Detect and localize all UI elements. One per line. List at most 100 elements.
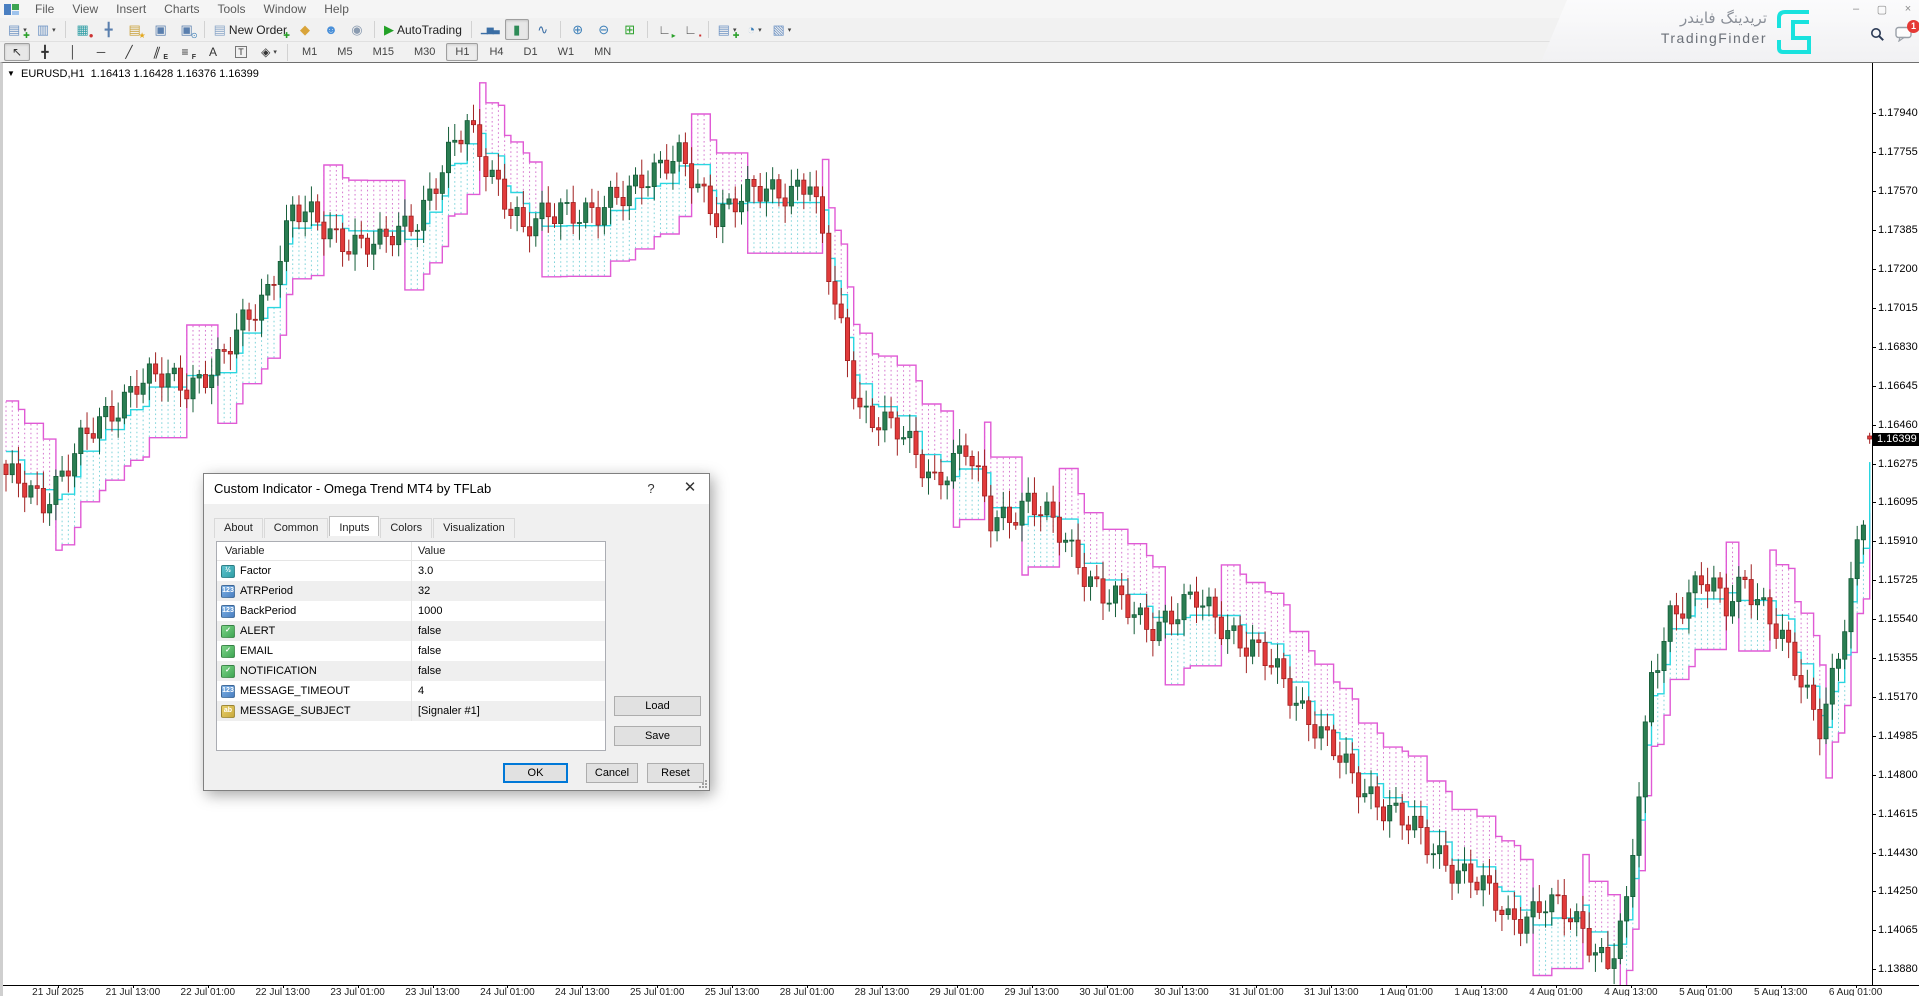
text-icon: A [209,46,217,58]
crosshair-tool[interactable]: ╋ [32,43,58,61]
alerts-button[interactable]: ◉ [345,19,369,40]
price-axis[interactable]: 1.179401.177551.175701.173851.172001.170… [1872,63,1919,986]
candlestick-mode-button[interactable]: ▮ [505,19,529,40]
horizontal-line-tool[interactable]: ─ [88,43,114,61]
text-label-tool[interactable]: T [228,43,254,61]
time-tick-mark [1331,985,1332,988]
new-order-button[interactable]: ▤✚New Order [210,19,291,40]
market-watch-button[interactable]: ▦● [71,19,95,40]
tab-colors[interactable]: Colors [380,518,432,538]
navigator-button[interactable]: ▤★ [123,19,147,40]
tile-windows-button[interactable]: ⊞ [618,19,642,40]
chart-shift-button[interactable]: ∟▸ [653,19,677,40]
menu-tools[interactable]: Tools [209,2,255,16]
chart-shift-overlay-icon: ▸ [672,32,676,40]
metaeditor-button[interactable]: ◆ [293,19,317,40]
timeframe-d1[interactable]: D1 [515,43,547,61]
load-button[interactable]: Load [614,696,701,716]
bar-chart-mode-button[interactable]: ▁▅▃ [477,19,503,40]
close-button[interactable]: × [1901,3,1915,16]
auto-scroll-button[interactable]: ∟▪ [679,19,703,40]
tab-inputs[interactable]: Inputs [329,516,379,536]
timeframe-mn[interactable]: MN [585,43,620,61]
periods-button[interactable]: ◔▾ [742,19,766,40]
input-row-alert[interactable]: ✓ALERTfalse [217,621,605,641]
new-chart-button[interactable]: ▤✚▾ [4,19,31,40]
input-row-atrperiod[interactable]: 123ATRPeriod32 [217,581,605,601]
autotrading-button[interactable]: ▶AutoTrading [380,19,466,40]
menu-insert[interactable]: Insert [107,2,155,16]
restore-button[interactable]: ▢ [1875,3,1889,16]
value-cell[interactable]: false [412,661,605,681]
input-row-email[interactable]: ✓EMAILfalse [217,641,605,661]
input-row-factor[interactable]: ½Factor3.0 [217,561,605,581]
terminal-button[interactable]: ▣ [149,19,173,40]
input-row-backperiod[interactable]: 123BackPeriod1000 [217,601,605,621]
menu-file[interactable]: File [26,2,63,16]
strategy-tester-button[interactable]: ▣⊙ [175,19,199,40]
input-row-notification[interactable]: ✓NOTIFICATIONfalse [217,661,605,681]
timeframe-m5[interactable]: M5 [328,43,361,61]
price-tick-label: 1.16460 [1878,419,1918,431]
zoom-out-button[interactable]: ⊖ [592,19,616,40]
toolbar-separator [204,21,205,38]
arrows-tool[interactable]: ◈▾ [256,43,282,61]
menu-window[interactable]: Window [255,2,316,16]
community-button[interactable]: ☻ [319,19,343,40]
save-button[interactable]: Save [614,726,701,746]
timeframe-h4[interactable]: H4 [480,43,512,61]
minimize-button[interactable]: – [1849,3,1863,16]
input-row-message_subject[interactable]: abMESSAGE_SUBJECT[Signaler #1] [217,701,605,721]
zoom-in-button[interactable]: ⊕ [566,19,590,40]
profiles-button[interactable]: ▥▾ [33,19,60,40]
time-axis[interactable]: 21 Jul 202521 Jul 13:0022 Jul 01:0022 Ju… [3,985,1919,996]
time-tick-label: 6 Aug 01:00 [1829,987,1882,996]
value-cell[interactable]: false [412,621,605,641]
cancel-button[interactable]: Cancel [586,763,638,783]
ok-button[interactable]: OK [503,763,568,783]
value-cell[interactable]: false [412,641,605,661]
timeframe-w1[interactable]: W1 [549,43,584,61]
text-tool[interactable]: A [200,43,226,61]
templates-button[interactable]: ▧▾ [768,19,795,40]
time-tick-mark [1182,985,1183,988]
symbol-dropdown-icon[interactable]: ▼ [7,69,15,78]
value-cell[interactable]: 1000 [412,601,605,621]
timeframe-h1[interactable]: H1 [446,43,478,61]
resize-grip[interactable] [698,779,707,788]
tab-about[interactable]: About [214,518,263,538]
dialog-help-button[interactable]: ? [635,474,667,504]
timeframe-m15[interactable]: M15 [364,43,403,61]
variable-cell: ✓EMAIL [217,641,412,661]
value-cell[interactable]: 4 [412,681,605,701]
menu-charts[interactable]: Charts [155,2,208,16]
templates-icon: ▧ [772,23,784,36]
value-cell[interactable]: 32 [412,581,605,601]
double-type-icon: ½ [221,565,235,578]
variable-cell: ✓ALERT [217,621,412,641]
equidistant-channel-tool[interactable]: ∥E [144,43,170,61]
indicators-button[interactable]: ▤✚▾ [714,19,741,40]
fibonacci-tool[interactable]: ≡F [172,43,198,61]
menu-help[interactable]: Help [315,2,358,16]
tab-visualization[interactable]: Visualization [433,518,515,538]
chat-icon[interactable]: 1 [1895,26,1913,47]
reset-button[interactable]: Reset [647,763,704,783]
dialog-close-button[interactable]: ✕ [671,474,709,504]
toolbar-separator [560,21,561,38]
tab-common[interactable]: Common [264,518,329,538]
vertical-line-tool[interactable]: │ [60,43,86,61]
data-window-button[interactable]: ╋ [97,19,121,40]
price-tick-label: 1.15910 [1878,535,1918,547]
cursor-tool[interactable]: ↖ [4,43,30,61]
timeframe-m30[interactable]: M30 [405,43,444,61]
search-icon[interactable] [1870,27,1885,47]
mt4-window: FileViewInsertChartsToolsWindowHelp ▤✚▾▥… [0,0,1919,996]
input-row-message_timeout[interactable]: 123MESSAGE_TIMEOUT4 [217,681,605,701]
value-cell[interactable]: [Signaler #1] [412,701,605,721]
timeframe-m1[interactable]: M1 [293,43,326,61]
line-chart-mode-button[interactable]: ∿ [531,19,555,40]
value-cell[interactable]: 3.0 [412,561,605,581]
trendline-tool[interactable]: ╱ [116,43,142,61]
menu-view[interactable]: View [63,2,107,16]
